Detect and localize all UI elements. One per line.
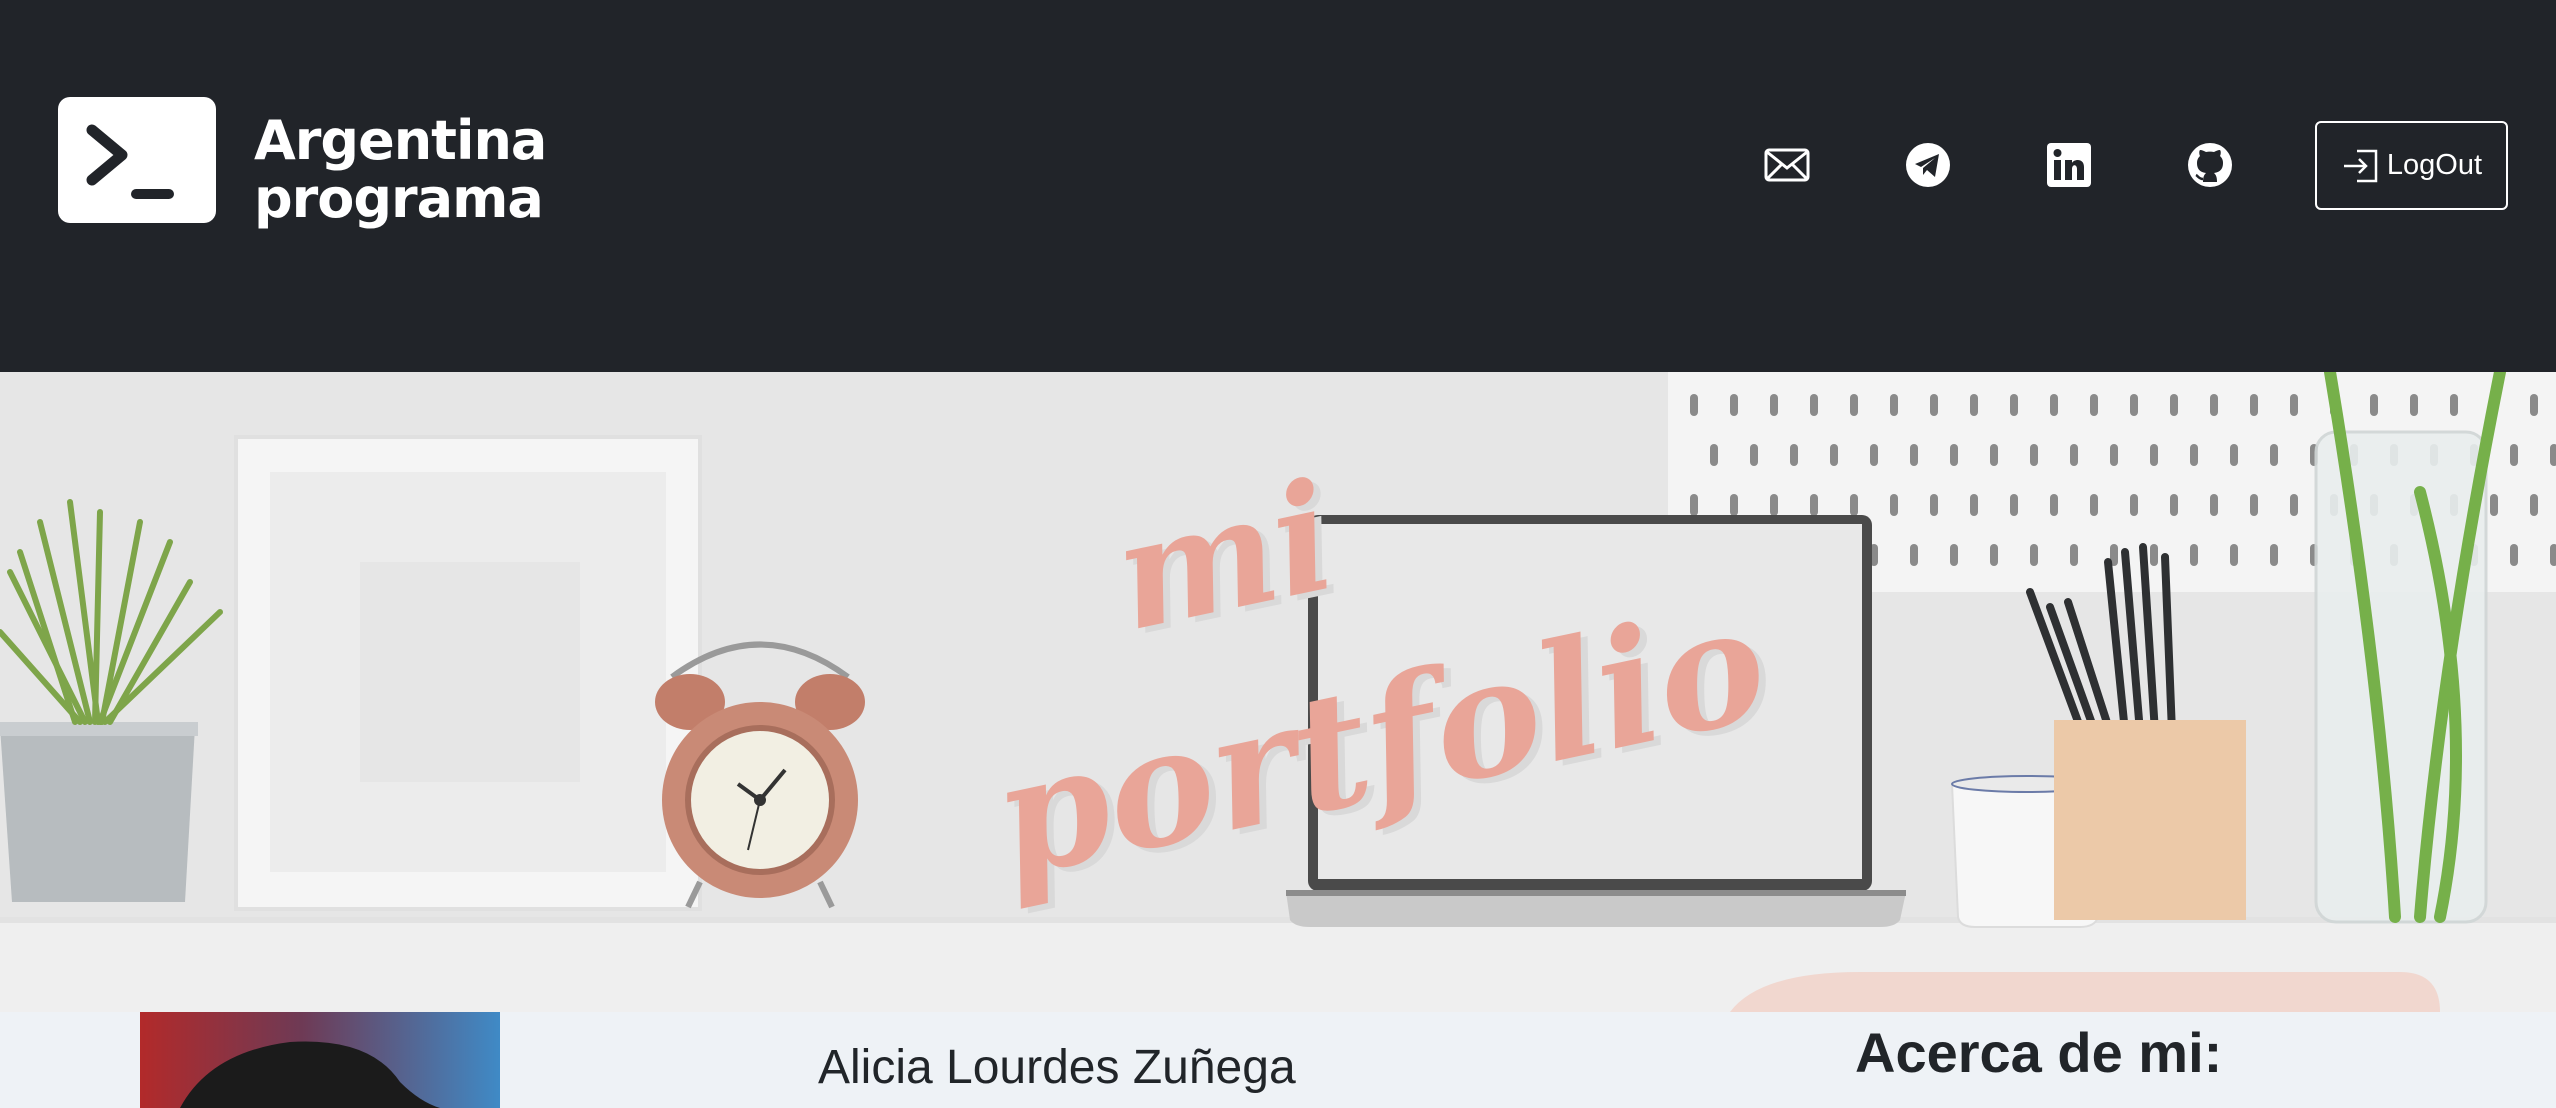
- peg-hole: [2290, 494, 2298, 516]
- peg-hole: [1690, 494, 1698, 516]
- peg-hole: [1970, 494, 1978, 516]
- peg-hole: [2530, 394, 2538, 416]
- peg-hole: [1710, 444, 1718, 466]
- peg-hole: [2150, 544, 2158, 566]
- terminal-logo-icon[interactable]: [58, 97, 216, 223]
- peg-hole: [2130, 394, 2138, 416]
- peg-hole: [2110, 444, 2118, 466]
- github-icon[interactable]: [2181, 136, 2239, 194]
- peg-hole: [2090, 494, 2098, 516]
- peg-hole: [2490, 494, 2498, 516]
- peg-hole: [2510, 544, 2518, 566]
- peg-hole: [2250, 494, 2258, 516]
- brand-line-2: programa: [254, 167, 544, 230]
- peg-hole: [2210, 394, 2218, 416]
- peg-hole: [2270, 444, 2278, 466]
- login-arrow-icon: [2343, 149, 2378, 182]
- peg-hole: [2070, 444, 2078, 466]
- peg-hole: [2130, 494, 2138, 516]
- peg-hole: [2070, 544, 2078, 566]
- peg-hole: [2030, 444, 2038, 466]
- peg-hole: [2550, 444, 2556, 466]
- hero-banner: mi mi portfolio portfolio: [0, 372, 2556, 1012]
- peg-hole: [1730, 394, 1738, 416]
- peg-hole: [2250, 394, 2258, 416]
- peg-hole: [2190, 444, 2198, 466]
- mail-icon[interactable]: [1758, 136, 1816, 194]
- peg-hole: [1850, 394, 1858, 416]
- peg-hole: [2150, 444, 2158, 466]
- peg-hole: [1890, 394, 1898, 416]
- logout-button[interactable]: LogOut: [2315, 121, 2508, 210]
- peg-hole: [1750, 444, 1758, 466]
- peg-hole: [2050, 494, 2058, 516]
- peg-hole: [1810, 394, 1818, 416]
- peg-hole: [1810, 494, 1818, 516]
- peg-hole: [1990, 444, 1998, 466]
- peg-hole: [1950, 544, 1958, 566]
- peg-hole: [1830, 444, 1838, 466]
- linkedin-icon[interactable]: [2040, 136, 2098, 194]
- peg-hole: [1690, 394, 1698, 416]
- picture-frame: [234, 435, 702, 911]
- peg-hole: [2410, 394, 2418, 416]
- peg-hole: [2010, 494, 2018, 516]
- peg-hole: [2230, 544, 2238, 566]
- peg-hole: [1890, 494, 1898, 516]
- peg-hole: [2450, 394, 2458, 416]
- peg-hole: [2090, 394, 2098, 416]
- peg-hole: [1870, 444, 1878, 466]
- peg-hole: [2370, 394, 2378, 416]
- profile-photo: [140, 1012, 500, 1108]
- peg-hole: [2230, 444, 2238, 466]
- peg-hole: [2190, 544, 2198, 566]
- peg-hole: [2510, 444, 2518, 466]
- peg-hole: [1910, 544, 1918, 566]
- peg-hole: [1770, 394, 1778, 416]
- peg-hole: [2050, 394, 2058, 416]
- peg-hole: [1950, 444, 1958, 466]
- peg-hole: [2030, 544, 2038, 566]
- peg-hole: [2550, 544, 2556, 566]
- telegram-icon[interactable]: [1899, 136, 1957, 194]
- brand-line-1: Argentina: [254, 109, 547, 172]
- peg-hole: [2210, 494, 2218, 516]
- peg-hole: [1730, 494, 1738, 516]
- peg-hole: [2530, 494, 2538, 516]
- peg-hole: [1790, 444, 1798, 466]
- peg-hole: [1770, 494, 1778, 516]
- glass-vase: [2314, 372, 2506, 924]
- peg-hole: [1990, 544, 1998, 566]
- profile-name: Alicia Lourdes Zuñega: [818, 1041, 1296, 1094]
- peg-hole: [1850, 494, 1858, 516]
- peg-hole: [2010, 394, 2018, 416]
- peg-hole: [2170, 494, 2178, 516]
- about-heading: Acerca de mi:: [1855, 1021, 2223, 1084]
- peg-hole: [2290, 394, 2298, 416]
- top-navbar: Argentina programa LogOut: [0, 0, 2556, 372]
- peg-hole: [1930, 494, 1938, 516]
- logout-label: LogOut: [2386, 149, 2483, 181]
- peg-hole: [1930, 394, 1938, 416]
- peg-hole: [1970, 394, 1978, 416]
- peg-hole: [1910, 444, 1918, 466]
- peg-hole: [2270, 544, 2278, 566]
- brand-title[interactable]: Argentina programa: [254, 109, 547, 230]
- peg-hole: [2170, 394, 2178, 416]
